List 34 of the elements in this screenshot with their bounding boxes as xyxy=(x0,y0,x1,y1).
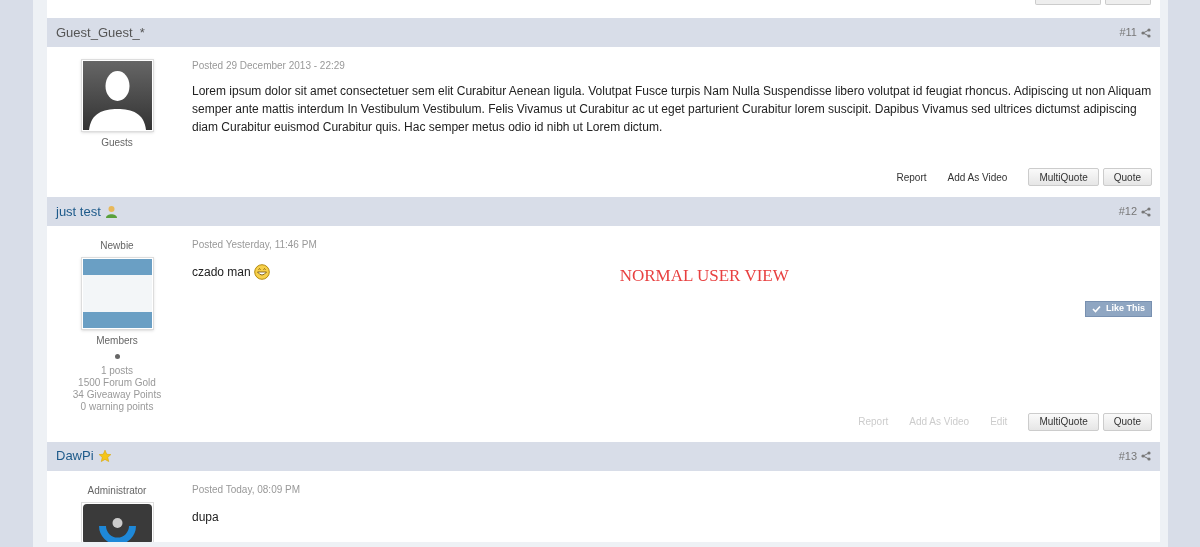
member-stat: 0 warning points xyxy=(80,401,154,413)
member-group: Guests xyxy=(101,135,133,150)
logo-avatar xyxy=(82,503,152,542)
author-name: Guest_Guest_* xyxy=(56,23,145,42)
checkmark-icon xyxy=(1092,304,1101,313)
member-stat: 34 Giveaway Points xyxy=(72,389,162,401)
share-icon[interactable] xyxy=(1141,27,1151,38)
quote-button[interactable]: Quote xyxy=(1102,168,1152,186)
post-date: Posted 29 December 2013 - 22:29 xyxy=(192,59,346,73)
rank-title: Newbie xyxy=(100,239,134,253)
post-action-link[interactable]: Report xyxy=(896,169,927,185)
annotation-text: NORMAL USER VIEW xyxy=(619,265,789,287)
post-number[interactable]: #12 xyxy=(1118,203,1137,220)
photo-placeholder xyxy=(82,259,152,328)
share-icon[interactable] xyxy=(1141,206,1151,217)
post-date: Posted Yesterday, 11:46 PM xyxy=(192,238,318,252)
post-action-link[interactable]: Add As Video xyxy=(947,169,1008,185)
rank-title: Administrator xyxy=(87,483,147,498)
share-icon[interactable] xyxy=(1141,451,1151,461)
quote-button[interactable]: MultiQuote xyxy=(1028,168,1099,186)
post-number[interactable]: #13 xyxy=(1118,447,1137,465)
user-silhouette-avatar xyxy=(82,61,152,130)
member-group: Members xyxy=(96,333,138,348)
post-text: dupa xyxy=(192,508,219,526)
author-name[interactable]: DawPi xyxy=(56,446,94,466)
post-text: czado man xyxy=(192,264,251,281)
author-name[interactable]: just test xyxy=(56,201,101,222)
post-number[interactable]: #11 xyxy=(1119,24,1137,41)
member-stat: 1 posts xyxy=(100,365,134,377)
post-text: Lorem ipsum dolor sit amet consectetuer sem elit Curabitur Aenean ligula. Volutpat Fusce turpis Nam Nulla Suspendisse libero volutpat id feugiat rhoncus. Adipiscing ut non Aliquam semper ante mattis interdum In Vestibulum Vestibulum. Felis Vivamus ut Curabitur ac ut eget parturient Curabitur lorem suscipit. Dapibus Vivamus sed ultrices dictumst adipiscing diam Curabitur euismod Curabitur quis. Hac semper metus odio id nibh ut Lorem dictum. xyxy=(192,83,1152,136)
post-date: Posted Today, 08:09 PM xyxy=(192,482,302,497)
quote-button[interactable]: MultiQuote xyxy=(1028,412,1099,431)
quote-button[interactable]: Quote xyxy=(1102,412,1152,431)
member-stat: 1500 Forum Gold xyxy=(78,377,156,389)
